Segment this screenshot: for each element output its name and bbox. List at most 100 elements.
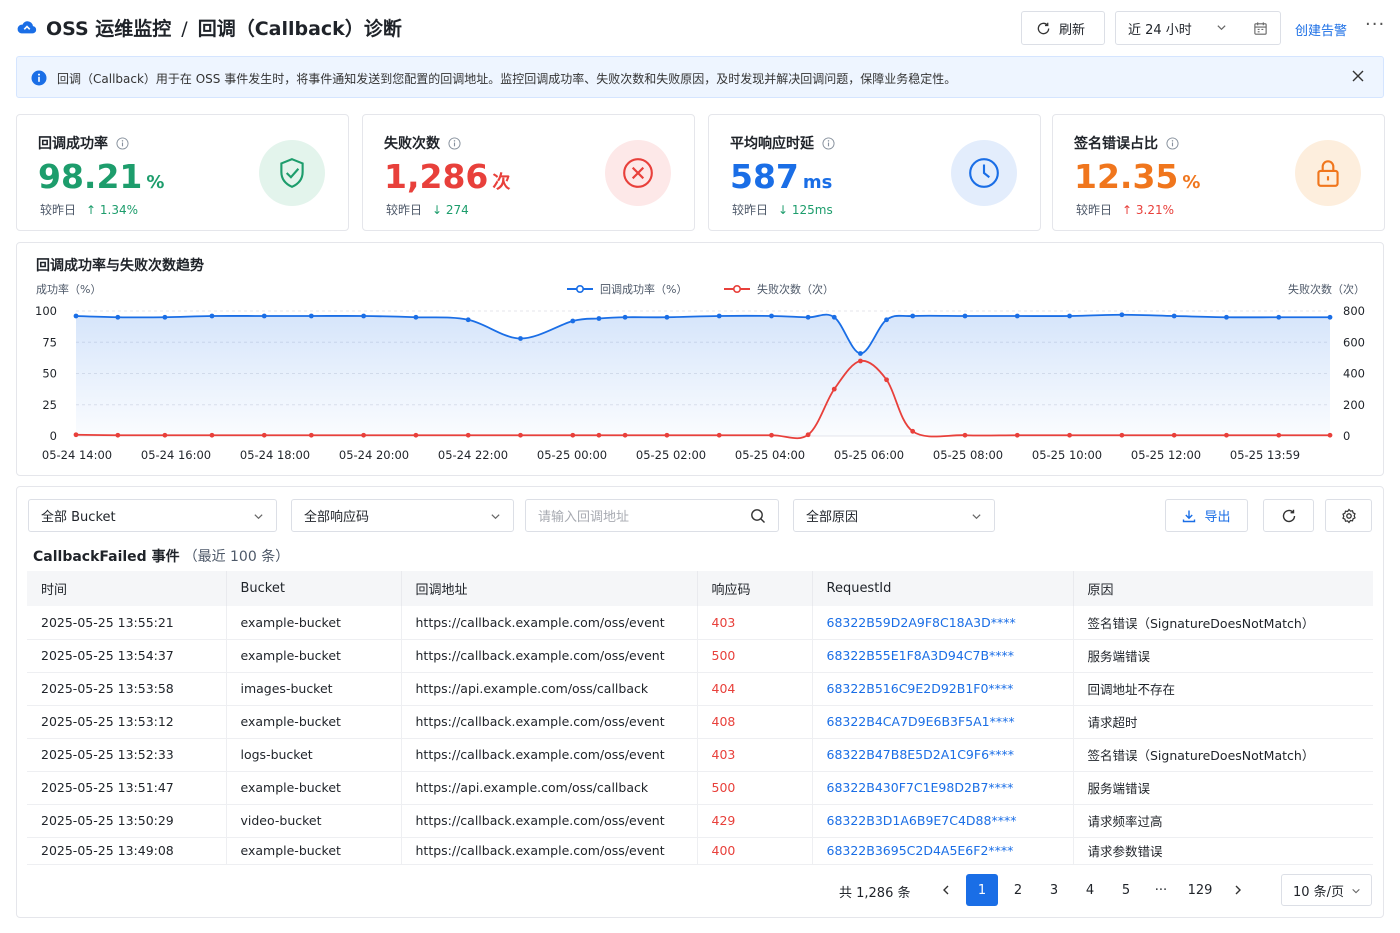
- help-icon[interactable]: [822, 136, 835, 150]
- table-row[interactable]: 2025-05-25 13:53:58 images-bucket https://…: [27, 672, 1373, 706]
- success-rate-point: [308, 313, 314, 319]
- settings-button[interactable]: [1325, 499, 1372, 532]
- x-tick-label: 05-24 16:00: [141, 448, 211, 462]
- table-row[interactable]: 2025-05-25 13:50:29 video-bucket https://c…: [27, 804, 1373, 838]
- page-ellipsis[interactable]: ···: [1145, 874, 1177, 906]
- x-tick-label: 05-24 20:00: [339, 448, 409, 462]
- requestid-cell[interactable]: 68322B59D2A9F8C18A3D****: [812, 606, 1074, 640]
- service-breadcrumb[interactable]: OSS 运维监控: [46, 18, 171, 40]
- bucket-filter-select[interactable]: 全部 Bucket: [28, 499, 277, 532]
- table-title: CallbackFailed 事件 （最近 100 条）: [33, 549, 290, 565]
- page-size-select[interactable]: 10 条/页: [1281, 874, 1372, 906]
- y-tick-label: 75: [42, 335, 57, 349]
- table-row[interactable]: 2025-05-25 13:52:33 logs-bucket https://ca…: [27, 738, 1373, 772]
- chevron-right-icon: [1235, 885, 1241, 895]
- table-row[interactable]: 2025-05-25 13:51:47 example-bucket https:/…: [27, 771, 1373, 805]
- y2-axis-title: 失败次数（次）: [1288, 282, 1365, 296]
- code-cell: 403: [697, 606, 813, 640]
- page-button[interactable]: 3: [1038, 874, 1070, 906]
- success-rate-point: [962, 313, 968, 319]
- column-header-url[interactable]: 回调地址: [401, 571, 698, 606]
- failure-count-point: [1171, 432, 1177, 438]
- reason-filter-select[interactable]: 全部原因: [793, 499, 995, 532]
- help-icon[interactable]: [116, 136, 129, 150]
- help-icon[interactable]: [1166, 136, 1179, 150]
- column-header-code[interactable]: 响应码: [697, 571, 813, 606]
- requestid-cell[interactable]: 68322B430F7C1E98D2B7****: [812, 771, 1074, 805]
- table-row[interactable]: 2025-05-25 13:55:21 example-bucket https:/…: [27, 606, 1373, 640]
- requestid-cell[interactable]: 68322B3D1A6B9E7C4D88****: [812, 804, 1074, 838]
- failure-count-point: [465, 432, 471, 438]
- shield-check-icon: [259, 140, 325, 206]
- success-rate-point: [518, 336, 523, 341]
- column-header-reason[interactable]: 原因: [1073, 571, 1373, 606]
- bucket-cell: video-bucket: [226, 804, 402, 838]
- export-button[interactable]: 导出: [1165, 499, 1248, 532]
- page-button[interactable]: 4: [1074, 874, 1106, 906]
- table-row[interactable]: 2025-05-25 13:49:08 example-bucket https:/…: [27, 837, 1373, 865]
- table-header-row: 时间 Bucket 回调地址 响应码 RequestId 原因: [27, 571, 1373, 606]
- x-tick-label: 05-25 00:00: [537, 448, 607, 462]
- response-code-filter-select[interactable]: 全部响应码: [291, 499, 514, 532]
- x-tick-label: 05-25 08:00: [933, 448, 1003, 462]
- requestid-cell[interactable]: 68322B516C9E2D92B1F0****: [812, 672, 1074, 706]
- time-cell: 2025-05-25 13:54:37: [27, 639, 227, 673]
- table-row[interactable]: 2025-05-25 13:54:37 example-bucket https:/…: [27, 639, 1373, 673]
- next-page-button[interactable]: [1222, 874, 1254, 906]
- lock-icon: [1295, 140, 1361, 206]
- success-rate-point: [115, 314, 121, 320]
- reload-button[interactable]: [1263, 499, 1314, 532]
- search-icon[interactable]: [750, 508, 766, 524]
- create-alert-link[interactable]: 创建告警: [1295, 20, 1347, 39]
- page-button[interactable]: 1: [966, 874, 998, 906]
- url-cell: https://api.example.com/oss/callback: [401, 672, 698, 706]
- failure-count-point: [962, 432, 968, 438]
- success-rate-point: [1014, 313, 1020, 319]
- trend-chart: 成功率（%） 失败次数（次） 回调成功率（%） 失败次数（次） 100 75 50 25 0 80…: [35, 282, 1365, 462]
- success-rate-point: [596, 316, 602, 321]
- signature-error-value: 12.35%: [1074, 157, 1201, 196]
- help-icon[interactable]: [448, 136, 461, 150]
- card-label: 回调成功率: [38, 133, 129, 153]
- bucket-cell: example-bucket: [226, 705, 402, 739]
- info-icon: [31, 70, 47, 86]
- x-tick-label: 05-24 14:00: [42, 448, 112, 462]
- success-rate-value: 98.21%: [38, 157, 165, 196]
- x-tick-label: 05-24 22:00: [438, 448, 508, 462]
- success-rate-point: [769, 313, 774, 319]
- requestid-cell[interactable]: 68322B55E1F8A3D94C7B****: [812, 639, 1074, 673]
- success-rate-card: 回调成功率 98.21% 较昨日 ↑ 1.34%: [16, 114, 349, 231]
- failure-count-point: [910, 428, 916, 434]
- requestid-cell[interactable]: 68322B4CA7D9E6B3F5A1****: [812, 705, 1074, 739]
- chevron-down-icon: [972, 514, 981, 520]
- page-button[interactable]: 129: [1182, 874, 1218, 906]
- code-cell: 408: [697, 705, 813, 739]
- close-icon[interactable]: [1351, 69, 1365, 83]
- calendar-icon: [1254, 22, 1267, 35]
- time-range-select[interactable]: 近 24 小时: [1115, 11, 1281, 45]
- card-label: 签名错误占比: [1074, 133, 1179, 153]
- refresh-button[interactable]: 刷新: [1021, 11, 1105, 45]
- prev-page-button[interactable]: [930, 874, 962, 906]
- x-circle-icon: [605, 140, 671, 206]
- table-row[interactable]: 2025-05-25 13:53:12 example-bucket https:/…: [27, 705, 1373, 739]
- delta-value: ↓ 125ms: [778, 203, 833, 217]
- reason-cell: 请求参数错误: [1073, 837, 1373, 865]
- failure-count-point: [831, 386, 837, 392]
- bucket-cell: example-bucket: [226, 837, 402, 865]
- reason-cell: 签名错误（SignatureDoesNotMatch）: [1073, 738, 1373, 772]
- url-cell: https://callback.example.com/oss/event: [401, 705, 698, 739]
- more-menu-icon[interactable]: ···: [1365, 14, 1385, 35]
- card-label: 平均响应时延: [730, 133, 835, 153]
- requestid-cell[interactable]: 68322B3695C2D4A5E6F2****: [812, 837, 1074, 865]
- column-header-requestid[interactable]: RequestId: [812, 571, 1074, 606]
- callback-url-search-input[interactable]: 请输入回调地址: [525, 499, 779, 532]
- column-header-bucket[interactable]: Bucket: [226, 571, 402, 606]
- requestid-cell[interactable]: 68322B47B8E5D2A1C9F6****: [812, 738, 1074, 772]
- column-header-time[interactable]: 时间: [27, 571, 227, 606]
- refresh-icon: [1282, 509, 1295, 522]
- chevron-down-icon: [491, 514, 500, 520]
- page-button[interactable]: 2: [1002, 874, 1034, 906]
- page-button[interactable]: 5: [1110, 874, 1142, 906]
- total-count: 共 1,286 条: [839, 886, 911, 901]
